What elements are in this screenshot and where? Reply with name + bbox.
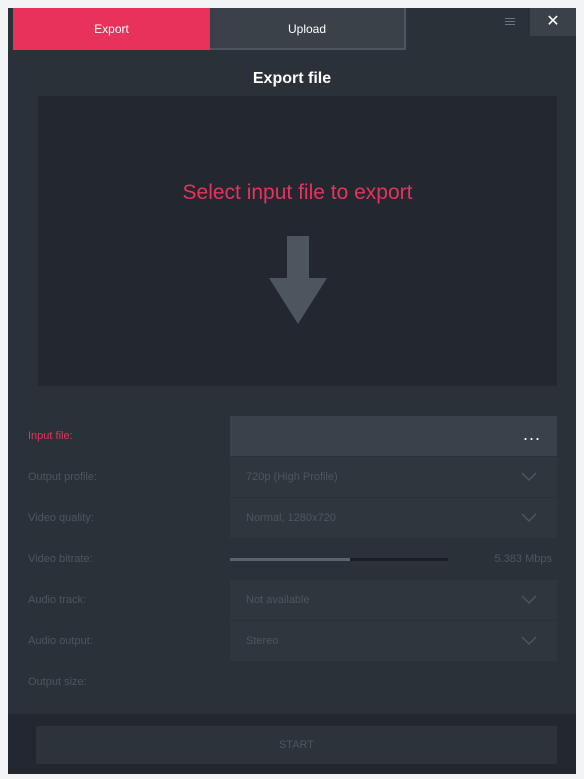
input-file-field[interactable]: ... xyxy=(230,416,557,456)
video-quality-select[interactable]: Normal, 1280x720 xyxy=(230,498,557,538)
minimize-icon[interactable] xyxy=(498,8,522,36)
video-bitrate-label: Video bitrate: xyxy=(28,553,93,565)
start-button[interactable]: START xyxy=(36,726,557,764)
slider-fill xyxy=(230,558,350,561)
row-audio-track: Audio track: Not available xyxy=(8,580,576,620)
audio-track-label: Audio track: xyxy=(28,594,87,606)
footer: START xyxy=(8,714,576,774)
audio-track-select[interactable]: Not available xyxy=(230,580,557,620)
chevron-down-icon xyxy=(521,472,537,482)
row-audio-output: Audio output: Stereo xyxy=(8,621,576,661)
chevron-down-icon xyxy=(521,595,537,605)
output-size-label: Output size: xyxy=(28,676,87,688)
page-title: Export file xyxy=(252,70,332,87)
row-output-profile: Output profile: 720p (High Profile) xyxy=(8,457,576,497)
row-video-quality: Video quality: Normal, 1280x720 xyxy=(8,498,576,538)
app-window: Export Upload ✕ Export file Select input… xyxy=(8,8,576,774)
tab-upload[interactable]: Upload xyxy=(210,8,406,50)
close-icon[interactable]: ✕ xyxy=(530,8,576,36)
chevron-down-icon xyxy=(521,636,537,646)
output-profile-value: 720p (High Profile) xyxy=(246,471,338,483)
tab-export[interactable]: Export xyxy=(13,8,210,50)
chevron-down-icon xyxy=(521,513,537,523)
output-profile-label: Output profile: xyxy=(28,471,98,483)
audio-output-label: Audio output: xyxy=(28,635,93,647)
row-video-bitrate: Video bitrate: 5.383 Mbps xyxy=(8,539,576,579)
row-output-size: Output size: xyxy=(8,662,576,702)
video-quality-label: Video quality: xyxy=(28,512,94,524)
more-icon[interactable]: ... xyxy=(523,416,541,456)
input-file-label: Input file: xyxy=(28,430,73,442)
audio-output-value: Stereo xyxy=(246,635,279,647)
video-quality-value: Normal, 1280x720 xyxy=(246,512,336,524)
file-drop-area[interactable]: Select input file to export xyxy=(38,96,557,386)
audio-track-value: Not available xyxy=(246,594,310,606)
settings-panel: Input file: ... Output profile: 720p (Hi… xyxy=(8,406,576,714)
drop-prompt: Select input file to export xyxy=(182,181,413,204)
video-bitrate-slider[interactable] xyxy=(230,558,448,561)
tab-bar: Export Upload ✕ xyxy=(8,8,576,50)
video-bitrate-value: 5.383 Mbps xyxy=(494,553,552,565)
row-input-file: Input file: ... xyxy=(8,416,576,456)
audio-output-select[interactable]: Stereo xyxy=(230,621,557,661)
output-profile-select[interactable]: 720p (High Profile) xyxy=(230,457,557,497)
down-arrow-icon xyxy=(269,236,327,324)
